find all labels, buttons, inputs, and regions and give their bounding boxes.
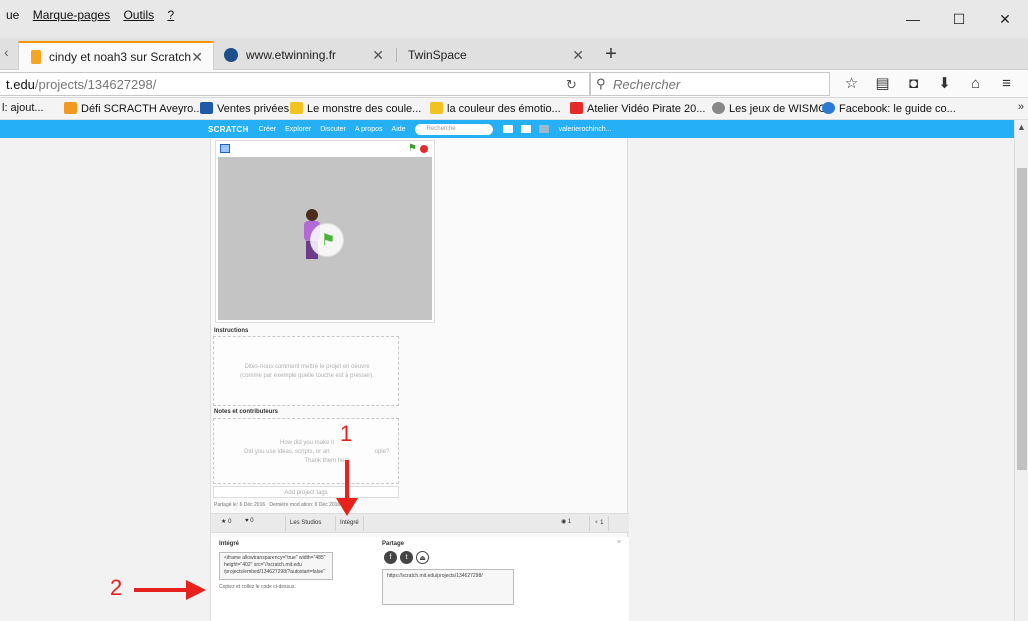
annotation-arrow-1 bbox=[336, 460, 358, 516]
annotation-arrows bbox=[134, 460, 358, 600]
annotation-arrow-2 bbox=[134, 580, 206, 600]
